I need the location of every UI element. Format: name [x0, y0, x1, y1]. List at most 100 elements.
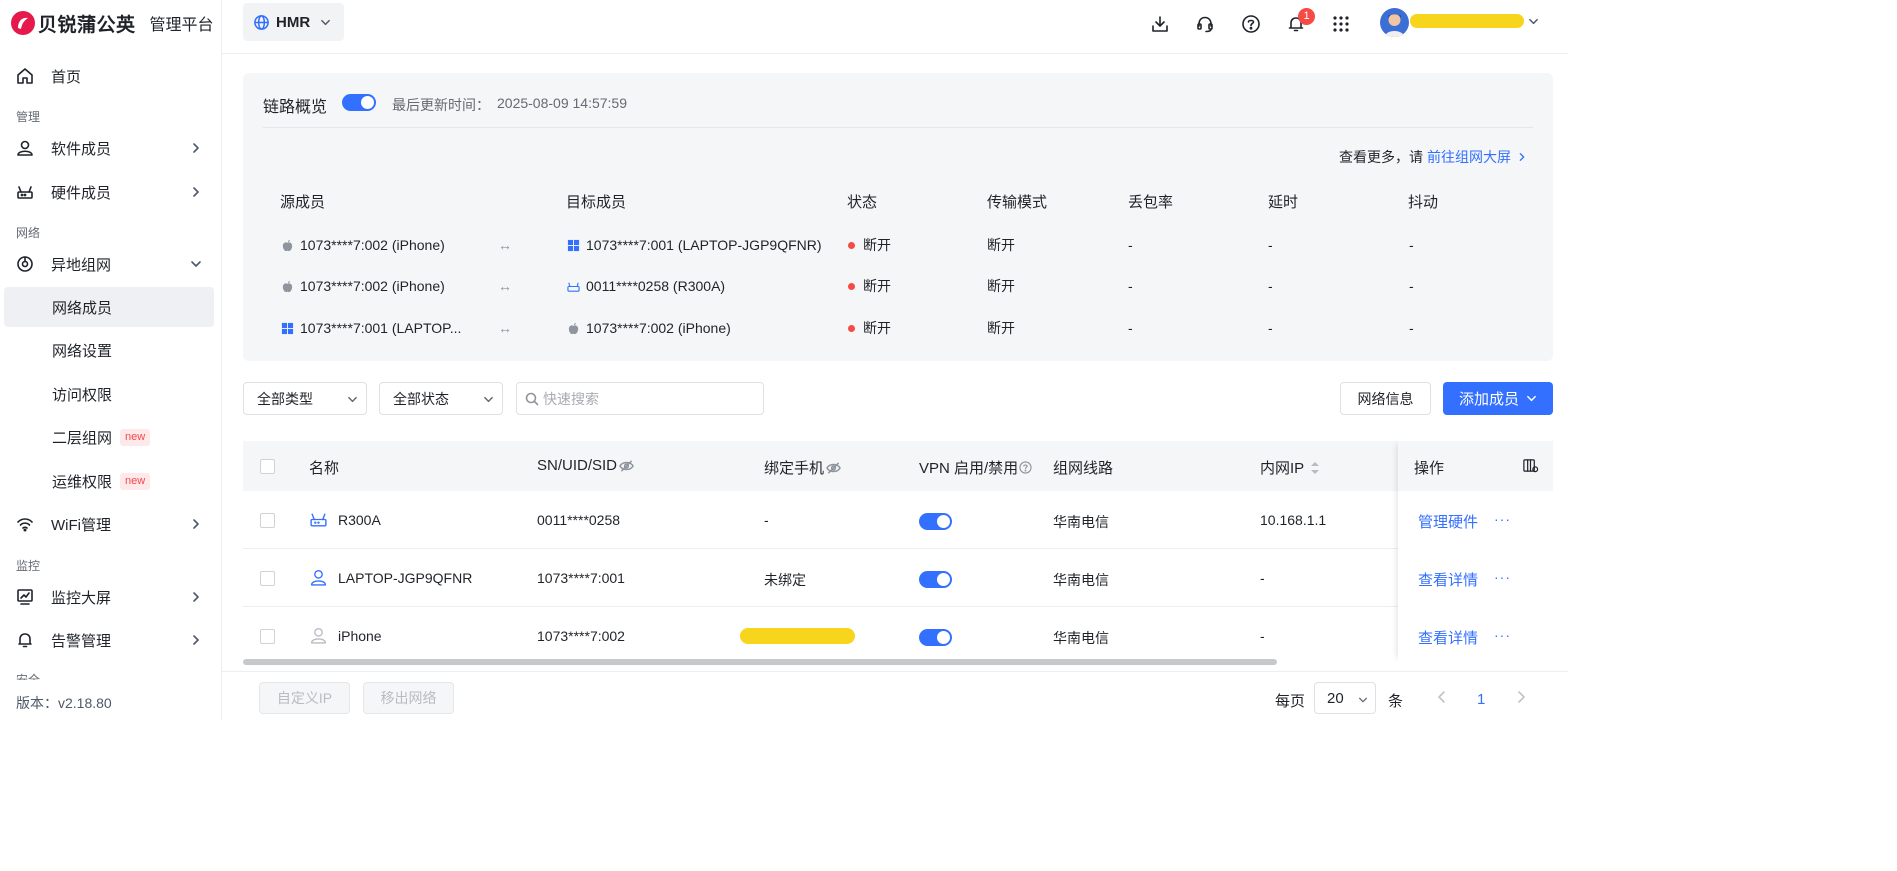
next-page-icon[interactable]	[1514, 690, 1528, 704]
sort-icon[interactable]	[1310, 461, 1320, 475]
remove-network-button[interactable]: 移出网络	[363, 682, 454, 714]
network-screen-link[interactable]: 前往组网大屏	[1427, 147, 1511, 167]
chevron-right-icon	[193, 592, 199, 602]
table-row[interactable]: iPhone 1073****7:002 华南电信 -	[243, 607, 1553, 661]
search-input[interactable]	[543, 390, 743, 407]
type-filter-select[interactable]: 全部类型	[243, 382, 367, 415]
vpn-toggle[interactable]	[919, 571, 952, 588]
footer-bar: 自定义IP 移出网络 每页 20 条 1	[222, 671, 1568, 720]
row-checkbox[interactable]	[260, 571, 275, 586]
avatar[interactable]	[1380, 8, 1409, 37]
view-more-text: 查看更多，请	[1339, 149, 1423, 165]
chevron-down-icon	[348, 396, 357, 403]
brand-subtitle: 管理平台	[149, 17, 214, 34]
sidebar-item-wifi[interactable]: WiFi管理	[4, 504, 214, 544]
view-details-link[interactable]: 查看详情	[1418, 627, 1478, 648]
vpn-toggle[interactable]	[919, 513, 952, 530]
apple-icon	[282, 239, 293, 251]
sidebar-item-remote-network[interactable]: 异地组网	[4, 244, 214, 284]
page-size-select[interactable]: 20	[1314, 682, 1376, 714]
username-redacted[interactable]	[1410, 14, 1524, 28]
network-info-button[interactable]: 网络信息	[1340, 382, 1431, 415]
prev-page-icon[interactable]	[1435, 690, 1449, 704]
user-icon	[17, 140, 33, 156]
windows-icon	[567, 239, 580, 251]
current-page[interactable]: 1	[1477, 691, 1485, 708]
table-row[interactable]: R300A 0011****0258 - 华南电信 10.168.1.1	[243, 491, 1553, 549]
link-loss: -	[1128, 237, 1133, 253]
member-name: LAPTOP-JGP9QFNR	[309, 568, 472, 587]
chevron-right-icon	[193, 143, 199, 153]
manage-hardware-link[interactable]: 管理硬件	[1418, 511, 1478, 532]
sidebar-item-ops-rights[interactable]: 运维权限 new	[4, 461, 214, 501]
sidebar-item-label: 运维权限	[52, 473, 113, 491]
eye-off-icon[interactable]	[826, 462, 841, 474]
member-phone: 未绑定	[764, 572, 806, 588]
help-circle-icon[interactable]	[1019, 461, 1032, 474]
sidebar-item-monitor-screen[interactable]: 监控大屏	[4, 577, 214, 617]
sidebar-item-layer2-network[interactable]: 二层组网 new	[4, 417, 214, 457]
horizontal-scrollbar[interactable]	[243, 659, 1277, 665]
overview-toggle[interactable]	[342, 94, 376, 111]
sidebar-item-hardware-members[interactable]: 硬件成员	[4, 172, 214, 212]
sidebar-item-home[interactable]: 首页	[4, 56, 214, 96]
org-selector[interactable]: HMR	[243, 3, 344, 41]
wifi-icon	[17, 518, 33, 532]
more-actions-button[interactable]: ···	[1494, 511, 1511, 527]
chevron-right-icon	[193, 635, 199, 645]
col-mode: 传输模式	[987, 194, 1048, 211]
col-route: 组网线路	[1053, 460, 1114, 477]
view-details-link[interactable]: 查看详情	[1418, 569, 1478, 590]
top-header: HMR	[222, 0, 1568, 54]
view-more: 查看更多，请 前往组网大屏	[1339, 147, 1527, 167]
sidebar-item-software-members[interactable]: 软件成员	[4, 128, 214, 168]
col-ip: 内网IP	[1260, 457, 1320, 478]
table-row[interactable]: LAPTOP-JGP9QFNR 1073****7:001 未绑定 华南电信 -	[243, 549, 1553, 607]
link-row: 1073****7:002 (iPhone) ↔ 1073****7:001 (…	[243, 233, 1553, 257]
chevron-right-icon	[1519, 153, 1525, 161]
member-sn: 1073****7:002	[537, 628, 625, 644]
sidebar-item-network-settings[interactable]: 网络设置	[4, 330, 214, 370]
col-ops: 操作	[1414, 460, 1445, 477]
apps-button[interactable]	[1329, 12, 1353, 36]
member-route: 华南电信	[1053, 630, 1109, 646]
sidebar-item-alert-manage[interactable]: 告警管理	[4, 620, 214, 660]
network-icon	[17, 256, 33, 272]
vpn-toggle[interactable]	[919, 629, 952, 646]
more-actions-button[interactable]: ···	[1494, 627, 1511, 643]
status-dot	[848, 282, 855, 290]
status-filter-select[interactable]: 全部状态	[379, 382, 503, 415]
download-button[interactable]	[1148, 12, 1172, 36]
user-icon	[310, 569, 327, 586]
link-arrow: ↔	[498, 320, 512, 336]
globe-icon	[254, 14, 269, 30]
sidebar-item-label: 告警管理	[51, 632, 112, 650]
member-phone: -	[764, 512, 769, 528]
member-ip: -	[1260, 628, 1265, 644]
chevron-down-icon[interactable]	[1528, 16, 1539, 27]
column-settings-icon[interactable]	[1522, 457, 1539, 474]
col-loss: 丢包率	[1128, 194, 1174, 211]
eye-off-icon[interactable]	[619, 460, 634, 472]
link-loss: -	[1128, 278, 1133, 294]
more-actions-button[interactable]: ···	[1494, 569, 1511, 585]
link-overview-panel: 链路概览 最后更新时间： 2025-08-09 14:57:59 查看更多，请 …	[243, 73, 1553, 361]
support-button[interactable]	[1193, 12, 1217, 36]
link-mode: 断开	[987, 278, 1015, 294]
brand[interactable]: 贝锐蒲公英 管理平台	[10, 9, 214, 37]
row-checkbox[interactable]	[260, 629, 275, 644]
member-sn: 0011****0258	[537, 512, 621, 528]
add-member-button[interactable]: 添加成员	[1443, 382, 1553, 415]
custom-ip-button[interactable]: 自定义IP	[259, 682, 350, 714]
sidebar-item-label: 访问权限	[52, 386, 113, 404]
select-all-checkbox[interactable]	[260, 459, 275, 474]
help-button[interactable]	[1239, 12, 1263, 36]
sidebar-item-access-rights[interactable]: 访问权限	[4, 374, 214, 414]
link-target: 1073****7:002 (iPhone)	[567, 316, 731, 340]
sidebar-item-network-members[interactable]: 网络成员	[4, 287, 214, 327]
member-ip: -	[1260, 570, 1265, 586]
member-name: R300A	[309, 510, 381, 529]
link-mode: 断开	[987, 320, 1015, 336]
col-sn: SN/UID/SID	[537, 457, 634, 474]
row-checkbox[interactable]	[260, 513, 275, 528]
